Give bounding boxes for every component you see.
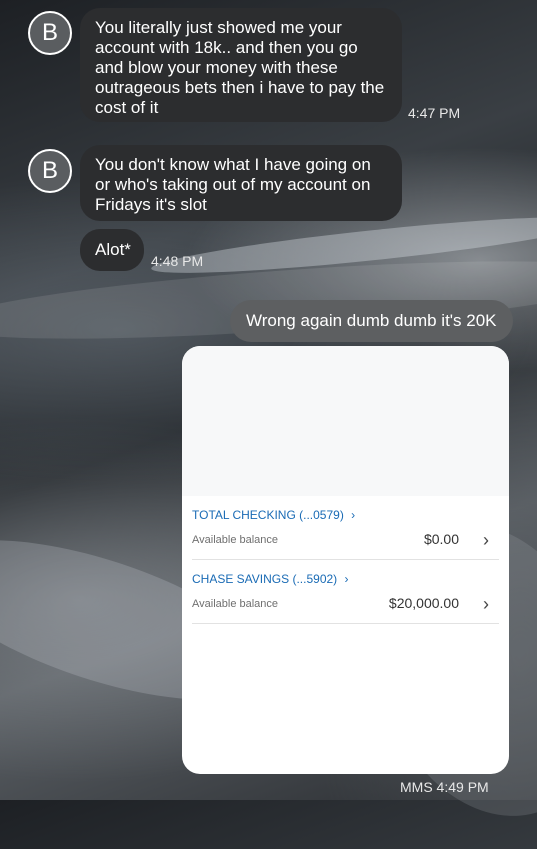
contact-avatar[interactable]: B — [28, 11, 72, 55]
account-name-link[interactable]: TOTAL CHECKING (...0579) › — [192, 508, 355, 522]
image-attachment[interactable]: TOTAL CHECKING (...0579) › Available bal… — [182, 346, 509, 774]
balance-label: Available balance — [192, 534, 279, 546]
avatar-initial: B — [41, 19, 58, 46]
chevron-right-icon: › — [344, 572, 349, 586]
account-row-savings[interactable]: CHASE SAVINGS (...5902) › Available bala… — [192, 560, 499, 624]
message-text: You literally just showed me your accoun… — [95, 18, 385, 117]
message-text: Alot* — [95, 240, 131, 259]
received-message-bubble[interactable]: You literally just showed me your accoun… — [80, 8, 402, 122]
message-timestamp: 4:47 PM — [408, 105, 461, 121]
sent-message-bubble[interactable]: Wrong again dumb dumb it's 20K — [230, 300, 513, 342]
contact-avatar[interactable]: B — [28, 149, 72, 193]
chevron-right-icon: › — [351, 508, 356, 522]
message-timestamp: 4:48 PM — [151, 253, 204, 269]
account-name: TOTAL CHECKING (...0579) — [192, 508, 344, 522]
received-message-bubble[interactable]: Alot* — [80, 229, 144, 271]
chevron-right-icon: › — [483, 530, 489, 550]
account-name: CHASE SAVINGS (...5902) — [192, 572, 338, 586]
attachment-header-area — [182, 346, 509, 496]
balance-amount: $20,000.00 — [388, 595, 459, 611]
divider — [192, 623, 499, 624]
message-text: You don't know what I have going on or w… — [95, 155, 371, 214]
message-text: Wrong again dumb dumb it's 20K — [246, 311, 497, 330]
balance-amount: $0.00 — [423, 531, 459, 547]
chevron-right-icon: › — [483, 594, 489, 614]
account-row-checking[interactable]: TOTAL CHECKING (...0579) › Available bal… — [192, 496, 499, 560]
balance-label: Available balance — [192, 598, 279, 610]
account-name-link[interactable]: CHASE SAVINGS (...5902) › — [192, 572, 349, 586]
received-message-bubble[interactable]: You don't know what I have going on or w… — [80, 145, 402, 221]
message-timestamp: MMS 4:49 PM — [400, 779, 489, 795]
avatar-initial: B — [41, 157, 58, 184]
